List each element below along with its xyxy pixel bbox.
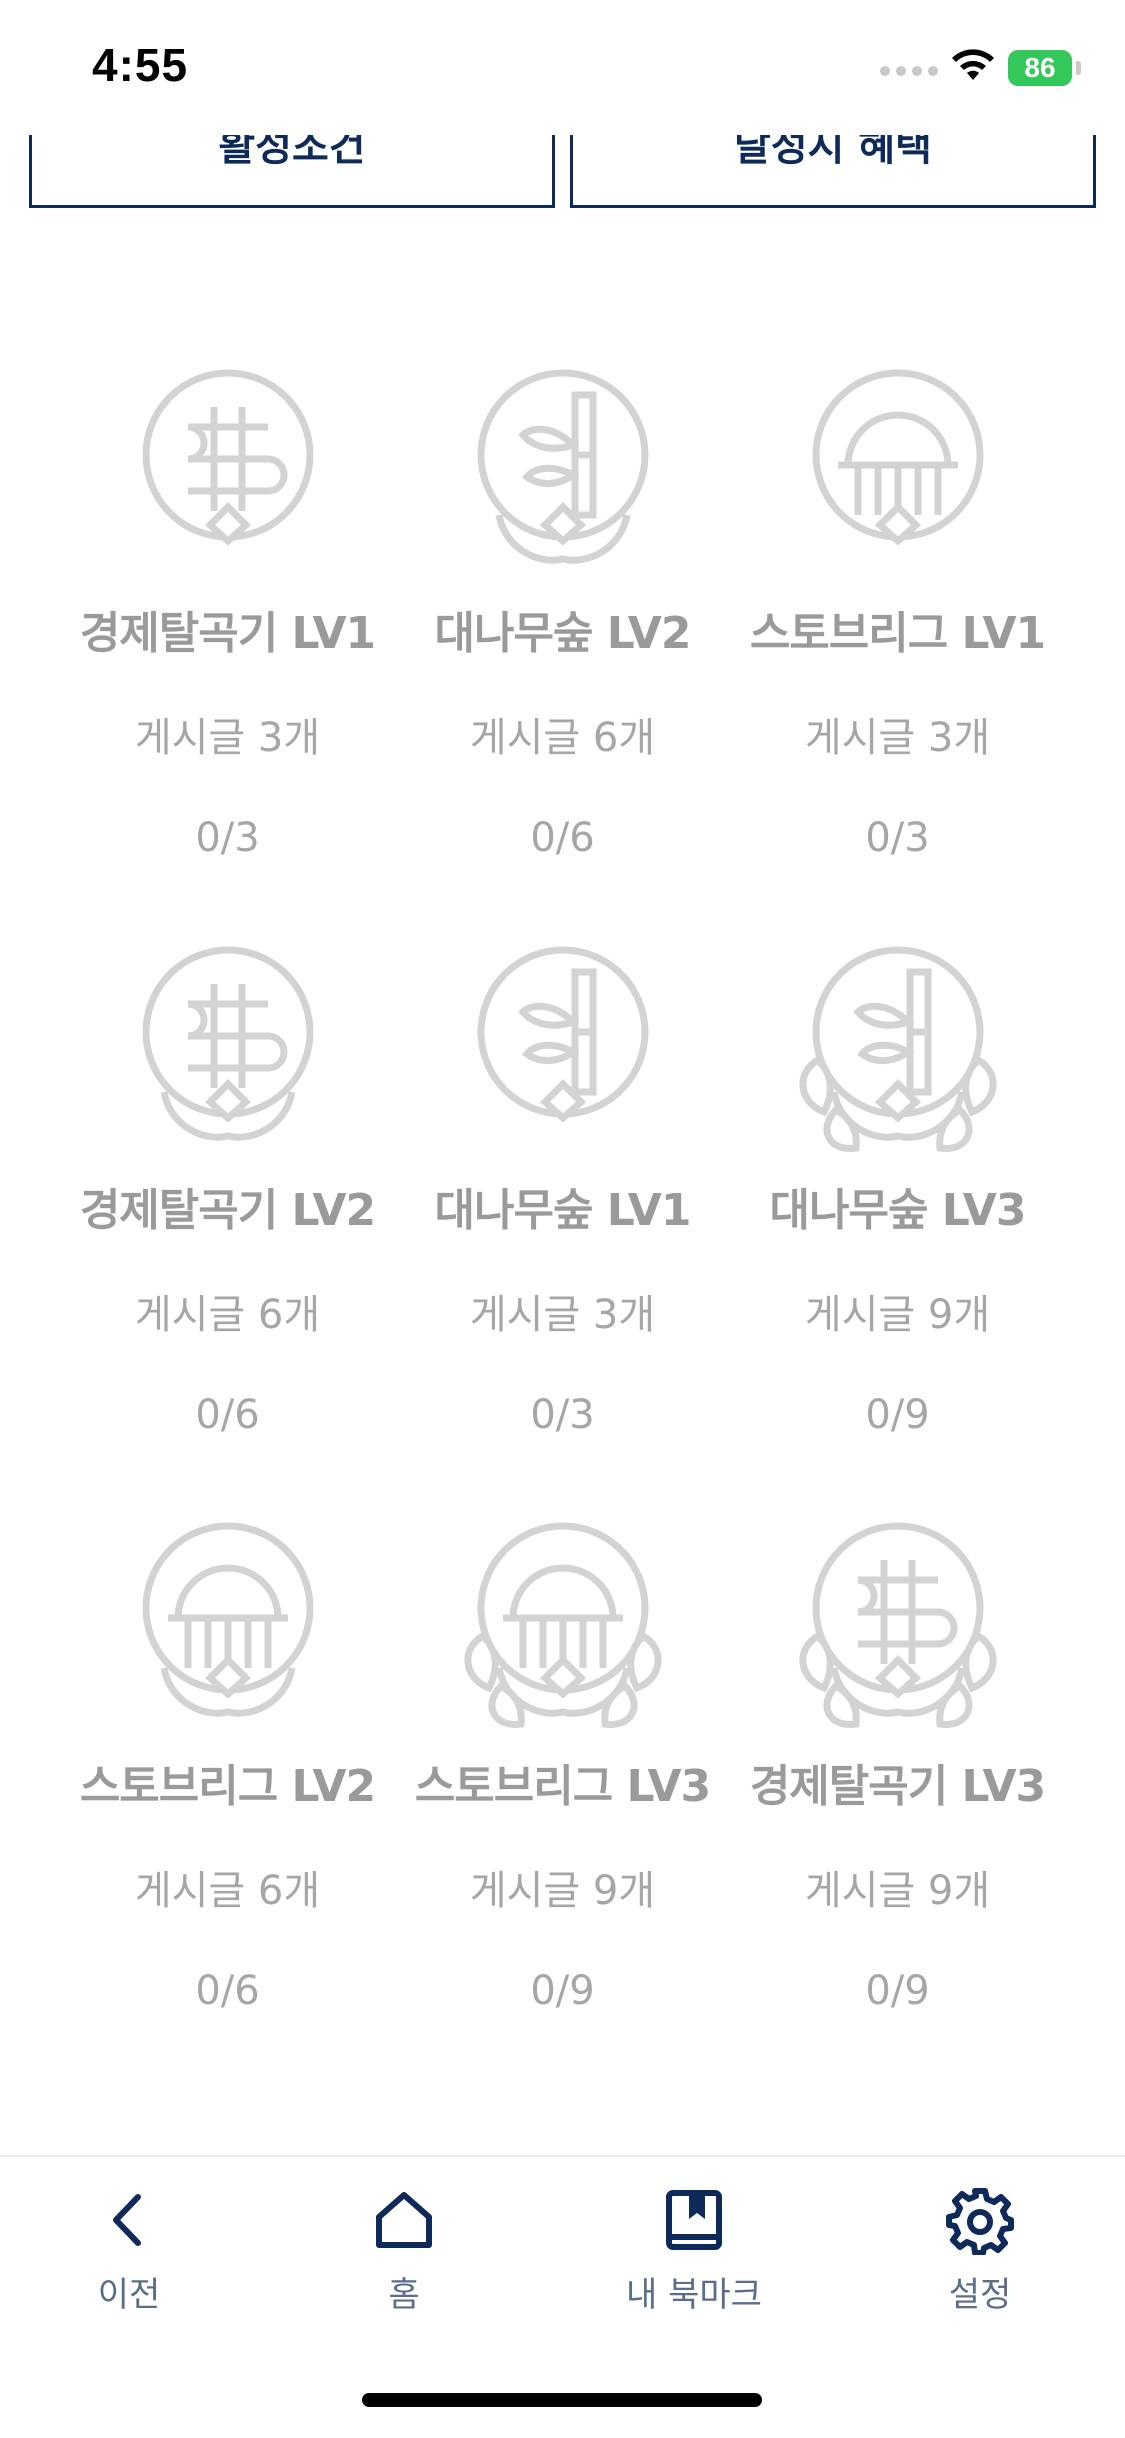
bookmark-book-icon: [666, 2190, 722, 2250]
wifi-icon: [952, 49, 994, 80]
badge-item[interactable]: 스토브리그 LV3 게시글 9개 0/9: [395, 1518, 730, 2014]
badge-progress: 0/3: [865, 815, 930, 861]
stadium-icon: [464, 1522, 661, 1728]
home-icon: [376, 2192, 432, 2248]
battery-nub: [1076, 61, 1081, 75]
badge-item[interactable]: 스토브리그 LV1 게시글 3개 0/3: [730, 365, 1065, 861]
badge-name: 스토브리그 LV3: [414, 1761, 711, 1812]
dollar-icon: [799, 1522, 996, 1728]
badge-requirement: 게시글 9개: [469, 1868, 656, 1914]
badge-progress: 0/9: [865, 1968, 930, 2014]
nav-home[interactable]: 홈: [304, 2185, 504, 2316]
badge-name: 경제탈곡기 LV2: [79, 1185, 376, 1236]
nav-bookmark[interactable]: 내 북마크: [594, 2185, 794, 2316]
badge-requirement: 게시글 9개: [804, 1868, 991, 1914]
nav-back-label: 이전: [97, 2275, 161, 2315]
badge-item[interactable]: 경제탈곡기 LV1 게시글 3개 0/3: [60, 365, 395, 861]
badge-item[interactable]: 경제탈곡기 LV2 게시글 6개 0/6: [60, 942, 395, 1438]
badge-item[interactable]: 스토브리그 LV2 게시글 6개 0/6: [60, 1518, 395, 2014]
gear-icon: [946, 2188, 1014, 2255]
bamboo-icon: [799, 946, 996, 1152]
badge-progress: 0/6: [195, 1968, 260, 2014]
status-bar: 4:55 86: [0, 0, 1125, 135]
badge-name: 스토브리그 LV2: [79, 1761, 376, 1812]
badge-requirement: 게시글 6개: [134, 1292, 321, 1338]
badge-name: 스토브리그 LV1: [749, 608, 1046, 659]
badge-progress: 0/3: [195, 815, 260, 861]
nav-bookmark-label: 내 북마크: [626, 2275, 762, 2315]
badge-requirement: 게시글 9개: [804, 1292, 991, 1338]
badge-requirement: 게시글 6개: [469, 715, 656, 761]
badge-progress: 0/9: [865, 1392, 930, 1438]
badge-name: 경제탈곡기 LV3: [749, 1761, 1046, 1812]
badge-name: 대나무숲 LV3: [769, 1185, 1027, 1236]
cellular-signal-icon: [880, 66, 938, 76]
dollar-icon: [142, 369, 313, 546]
badge-item[interactable]: 대나무숲 LV3 게시글 9개 0/9: [730, 942, 1065, 1438]
badge-requirement: 게시글 3개: [134, 715, 321, 761]
status-time: 4:55: [92, 39, 189, 91]
badge-requirement: 게시글 6개: [134, 1868, 321, 1914]
badge-requirement: 게시글 3개: [469, 1292, 656, 1338]
chevron-left-icon: [113, 2194, 141, 2246]
dollar-icon: [142, 946, 313, 1141]
bamboo-icon: [477, 369, 648, 564]
badge-name: 대나무숲 LV2: [434, 608, 692, 659]
badge-progress: 0/3: [530, 1392, 595, 1438]
home-indicator: [362, 2393, 762, 2407]
bamboo-icon: [477, 946, 648, 1123]
badge-item[interactable]: 대나무숲 LV2 게시글 6개 0/6: [395, 365, 730, 861]
battery-level: 86: [1024, 52, 1056, 83]
badge-item[interactable]: 경제탈곡기 LV3 게시글 9개 0/9: [730, 1518, 1065, 2014]
battery-icon: 86: [1008, 50, 1072, 86]
nav-settings[interactable]: 설정: [880, 2185, 1080, 2316]
stadium-icon: [142, 1522, 313, 1717]
badge-requirement: 게시글 3개: [804, 715, 991, 761]
nav-settings-label: 설정: [948, 2275, 1012, 2315]
stadium-icon: [812, 369, 983, 546]
badge-progress: 0/9: [530, 1968, 595, 2014]
badge-progress: 0/6: [195, 1392, 260, 1438]
badge-name: 대나무숲 LV1: [434, 1185, 692, 1236]
badge-progress: 0/6: [530, 815, 595, 861]
nav-home-label: 홈: [388, 2275, 420, 2315]
nav-back[interactable]: 이전: [29, 2185, 229, 2316]
badge-name: 경제탈곡기 LV1: [79, 608, 376, 659]
badge-item[interactable]: 대나무숲 LV1 게시글 3개 0/3: [395, 942, 730, 1438]
